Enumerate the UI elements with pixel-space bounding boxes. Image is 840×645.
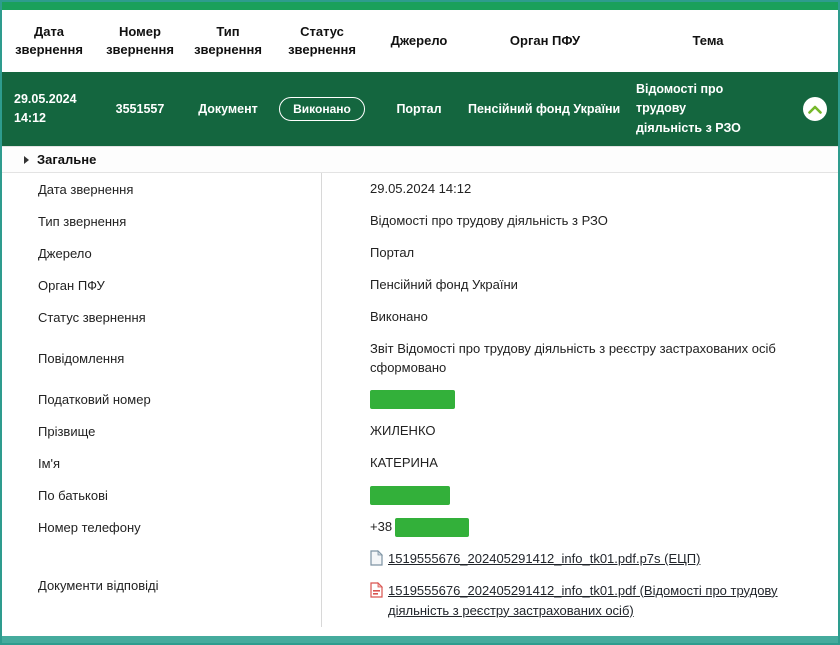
details-panel: Дата звернення 29.05.2024 14:12 Тип звер… (2, 173, 838, 627)
document-link-signature[interactable]: 1519555676_202405291412_info_tk01.pdf.p7… (370, 549, 700, 572)
detail-row-phone: Номер телефону +38 (2, 511, 838, 543)
redacted-patronymic (370, 486, 450, 505)
detail-value-type: Відомості про трудову діяльність з РЗО (322, 205, 838, 237)
detail-row-source: Джерело Портал (2, 237, 838, 269)
detail-label-surname: Прізвище (2, 415, 322, 447)
detail-label-type: Тип звернення (2, 205, 322, 237)
request-collapse-cell (792, 97, 838, 121)
detail-label-tax-number: Податковий номер (2, 383, 322, 415)
column-header-date: Дата звернення (2, 23, 96, 58)
detail-label-source: Джерело (2, 237, 322, 269)
phone-prefix: +38 (370, 517, 392, 537)
section-title: Загальне (37, 152, 96, 167)
detail-value-source: Портал (322, 237, 838, 269)
detail-value-organ: Пенсійний фонд України (322, 269, 838, 301)
detail-label-first-name: Ім'я (2, 447, 322, 479)
column-header-status: Статус звернення (272, 23, 372, 58)
detail-value-status: Виконано (322, 301, 838, 333)
detail-label-date: Дата звернення (2, 173, 322, 205)
request-number: 3551557 (96, 102, 184, 116)
p7s-file-icon (370, 550, 383, 572)
detail-value-patronymic (322, 479, 838, 511)
detail-value-documents: 1519555676_202405291412_info_tk01.pdf.p7… (322, 543, 838, 627)
detail-value-date: 29.05.2024 14:12 (322, 173, 838, 205)
request-details-page: Дата звернення Номер звернення Тип зверн… (0, 0, 840, 645)
detail-row-documents: Документи відповіді 1519555676_202405291… (2, 543, 838, 627)
detail-value-first-name: КАТЕРИНА (322, 447, 838, 479)
section-general-header[interactable]: Загальне (2, 146, 838, 173)
document-link-pdf[interactable]: 1519555676_202405291412_info_tk01.pdf (В… (370, 581, 778, 621)
column-header-source: Джерело (372, 32, 466, 50)
request-source: Портал (372, 102, 466, 116)
redacted-phone (395, 518, 469, 537)
pdf-file-icon (370, 582, 383, 604)
detail-label-organ: Орган ПФУ (2, 269, 322, 301)
detail-label-status: Статус звернення (2, 301, 322, 333)
column-header-number: Номер звернення (96, 23, 184, 58)
request-date: 29.05.2024 14:12 (2, 90, 96, 128)
detail-value-phone: +38 (322, 511, 838, 543)
bottom-accent-bar (2, 636, 838, 643)
detail-row-organ: Орган ПФУ Пенсійний фонд України (2, 269, 838, 301)
request-theme: Відомості про трудову діяльність з РЗО (624, 72, 792, 146)
detail-value-message: Звіт Відомості про трудову діяльність з … (322, 333, 838, 383)
detail-row-surname: Прізвище ЖИЛЕНКО (2, 415, 838, 447)
detail-label-phone: Номер телефону (2, 511, 322, 543)
detail-value-surname: ЖИЛЕНКО (322, 415, 838, 447)
detail-row-tax-number: Податковий номер (2, 383, 838, 415)
redacted-tax-number (370, 390, 455, 409)
request-status-cell: Виконано (272, 97, 372, 121)
column-header-theme: Тема (624, 32, 792, 50)
detail-label-message: Повідомлення (2, 333, 322, 383)
top-accent-bar (2, 2, 838, 10)
detail-value-tax-number (322, 383, 838, 415)
request-summary-row[interactable]: 29.05.2024 14:12 3551557 Документ Викона… (2, 72, 838, 146)
status-badge: Виконано (279, 97, 365, 121)
detail-row-patronymic: По батькові (2, 479, 838, 511)
detail-row-type: Тип звернення Відомості про трудову діял… (2, 205, 838, 237)
detail-row-status: Статус звернення Виконано (2, 301, 838, 333)
table-header-row: Дата звернення Номер звернення Тип зверн… (2, 10, 838, 72)
detail-label-patronymic: По батькові (2, 479, 322, 511)
column-header-type: Тип звернення (184, 23, 272, 58)
detail-row-message: Повідомлення Звіт Відомості про трудову … (2, 333, 838, 383)
detail-label-documents: Документи відповіді (2, 543, 322, 627)
request-organ: Пенсійний фонд України (466, 100, 624, 119)
column-header-organ: Орган ПФУ (466, 32, 624, 50)
detail-row-first-name: Ім'я КАТЕРИНА (2, 447, 838, 479)
request-type: Документ (184, 102, 272, 116)
triangle-right-icon (24, 156, 29, 164)
document-link-text: 1519555676_202405291412_info_tk01.pdf.p7… (388, 549, 700, 569)
document-link-text: 1519555676_202405291412_info_tk01.pdf (В… (388, 581, 778, 621)
chevron-up-icon[interactable] (803, 97, 827, 121)
detail-row-date: Дата звернення 29.05.2024 14:12 (2, 173, 838, 205)
